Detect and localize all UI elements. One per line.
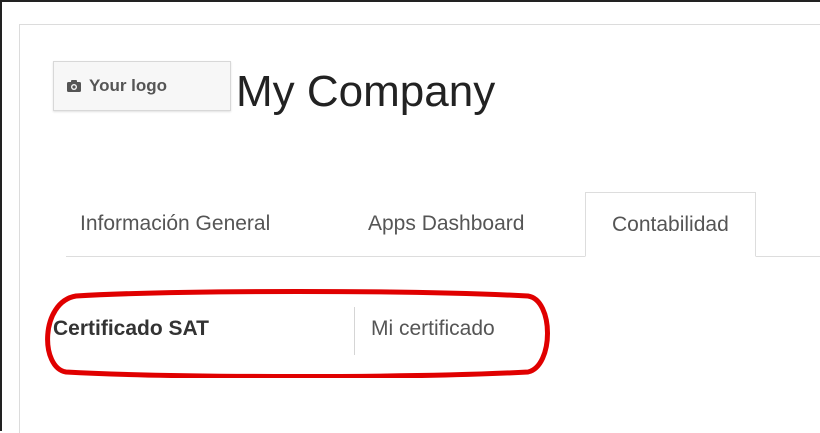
logo-placeholder-label: Your logo	[89, 76, 168, 95]
field-divider	[354, 307, 355, 355]
tab-apps-dashboard[interactable]: Apps Dashboard	[368, 192, 524, 256]
camera-icon	[66, 78, 82, 94]
tab-informacion-general[interactable]: Información General	[80, 192, 270, 256]
tab-contabilidad[interactable]: Contabilidad	[585, 192, 756, 257]
logo-upload-button[interactable]: Your logo	[53, 61, 231, 111]
sat-certificate-field-row: Certificado SAT Mi certificado	[53, 305, 553, 357]
sat-certificate-value[interactable]: Mi certificado	[371, 317, 495, 341]
tab-bar: Información General Apps Dashboard Conta…	[66, 192, 820, 257]
sat-certificate-label: Certificado SAT	[53, 317, 209, 340]
company-name-field[interactable]: My Company	[236, 70, 495, 114]
